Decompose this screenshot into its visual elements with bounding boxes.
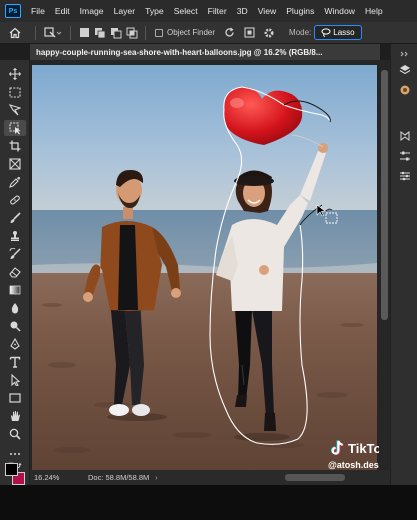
- gallery-icon[interactable]: [395, 82, 415, 98]
- eyedropper-tool-icon[interactable]: [4, 174, 26, 190]
- hand-tool-icon[interactable]: [4, 408, 26, 424]
- document-tab-title: happy-couple-running-sea-shore-with-hear…: [36, 47, 323, 57]
- move-tool-icon[interactable]: [4, 66, 26, 82]
- adjustments-icon[interactable]: [395, 148, 415, 164]
- lasso-icon: [321, 28, 331, 37]
- properties-icon[interactable]: [395, 168, 415, 184]
- intersect-selection-icon[interactable]: [124, 22, 140, 44]
- tiktok-logo-icon: [331, 440, 344, 456]
- tiktok-handle: @atosh.designs: [328, 460, 379, 470]
- blur-tool-icon[interactable]: [4, 300, 26, 316]
- canvas-area[interactable]: TikTok @atosh.designs: [30, 60, 379, 470]
- tiktok-watermark: TikTok @atosh.designs: [328, 440, 379, 470]
- settings-gear-icon[interactable]: [259, 22, 279, 44]
- photoshop-logo: Ps: [5, 4, 21, 18]
- menu-edit[interactable]: Edit: [50, 6, 75, 16]
- menu-view[interactable]: View: [253, 6, 281, 16]
- horizontal-scrollbar[interactable]: [285, 474, 345, 481]
- mode-dropdown[interactable]: Lasso: [314, 25, 362, 40]
- refresh-icon[interactable]: [219, 22, 239, 44]
- marquee-tool-icon[interactable]: [4, 84, 26, 100]
- collapse-panels-icon[interactable]: [395, 46, 415, 62]
- mode-label: Mode:: [289, 28, 312, 37]
- document-tab[interactable]: happy-couple-running-sea-shore-with-hear…: [30, 44, 380, 60]
- add-to-selection-icon[interactable]: [92, 22, 108, 44]
- document-tab-bar: happy-couple-running-sea-shore-with-hear…: [30, 44, 380, 60]
- layers-stack-icon[interactable]: [395, 62, 415, 78]
- frame-tool-icon[interactable]: [4, 156, 26, 172]
- panel-dock: [390, 44, 417, 485]
- path-selection-tool-icon[interactable]: [4, 372, 26, 388]
- object-selection-tool-icon[interactable]: [4, 120, 26, 136]
- status-arrow-icon[interactable]: ›: [155, 473, 158, 482]
- document-image: [32, 65, 377, 470]
- color-swatches[interactable]: [5, 463, 27, 487]
- menu-image[interactable]: Image: [75, 6, 109, 16]
- pen-tool-icon[interactable]: [4, 336, 26, 352]
- divider: [35, 25, 36, 40]
- crop-tool-icon[interactable]: [4, 138, 26, 154]
- clone-stamp-tool-icon[interactable]: [4, 228, 26, 244]
- menu-select[interactable]: Select: [169, 6, 203, 16]
- libraries-icon[interactable]: [395, 128, 415, 144]
- new-selection-icon[interactable]: [76, 22, 92, 44]
- vertical-scrollbar[interactable]: [379, 60, 390, 485]
- zoom-tool-icon[interactable]: [4, 426, 26, 442]
- options-bar: Object Finder Mode: Lasso: [0, 22, 417, 44]
- healing-brush-tool-icon[interactable]: [4, 192, 26, 208]
- tools-panel: [0, 60, 30, 485]
- rectangle-tool-icon[interactable]: [4, 390, 26, 406]
- show-all-objects-icon[interactable]: [239, 22, 259, 44]
- type-tool-icon[interactable]: [4, 354, 26, 370]
- brush-tool-icon[interactable]: [4, 210, 26, 226]
- home-icon[interactable]: [0, 22, 30, 44]
- menu-layer[interactable]: Layer: [109, 6, 141, 16]
- document-size: Doc: 58.8M/58.8M: [88, 473, 150, 482]
- eraser-tool-icon[interactable]: [4, 264, 26, 280]
- scrollbar-thumb[interactable]: [381, 70, 388, 320]
- tool-preset-icon[interactable]: [41, 22, 65, 44]
- tiktok-brand: TikTok: [348, 440, 379, 456]
- divider: [145, 25, 146, 40]
- zoom-level[interactable]: 16.24%: [30, 473, 88, 482]
- menu-file[interactable]: File: [26, 6, 50, 16]
- menu-bar: Ps File Edit Image Layer Type Select Fil…: [0, 0, 417, 22]
- mode-value: Lasso: [333, 28, 355, 37]
- subtract-from-selection-icon[interactable]: [108, 22, 124, 44]
- status-bar: 16.24% Doc: 58.8M/58.8M ›: [30, 470, 390, 485]
- divider: [70, 25, 71, 40]
- menu-window[interactable]: Window: [319, 6, 360, 16]
- object-finder-toggle[interactable]: Object Finder: [151, 22, 219, 44]
- dodge-tool-icon[interactable]: [4, 318, 26, 334]
- menu-3d[interactable]: 3D: [232, 6, 253, 16]
- bottom-bar: [0, 485, 417, 520]
- menu-plugins[interactable]: Plugins: [281, 6, 319, 16]
- foreground-color-swatch[interactable]: [5, 463, 18, 476]
- menu-help[interactable]: Help: [360, 6, 388, 16]
- menu-type[interactable]: Type: [140, 6, 169, 16]
- menu-filter[interactable]: Filter: [203, 6, 232, 16]
- history-brush-tool-icon[interactable]: [4, 246, 26, 262]
- object-finder-checkbox[interactable]: [155, 28, 163, 37]
- gradient-tool-icon[interactable]: [4, 282, 26, 298]
- object-finder-label: Object Finder: [167, 28, 216, 37]
- lasso-tool-icon[interactable]: [4, 102, 26, 118]
